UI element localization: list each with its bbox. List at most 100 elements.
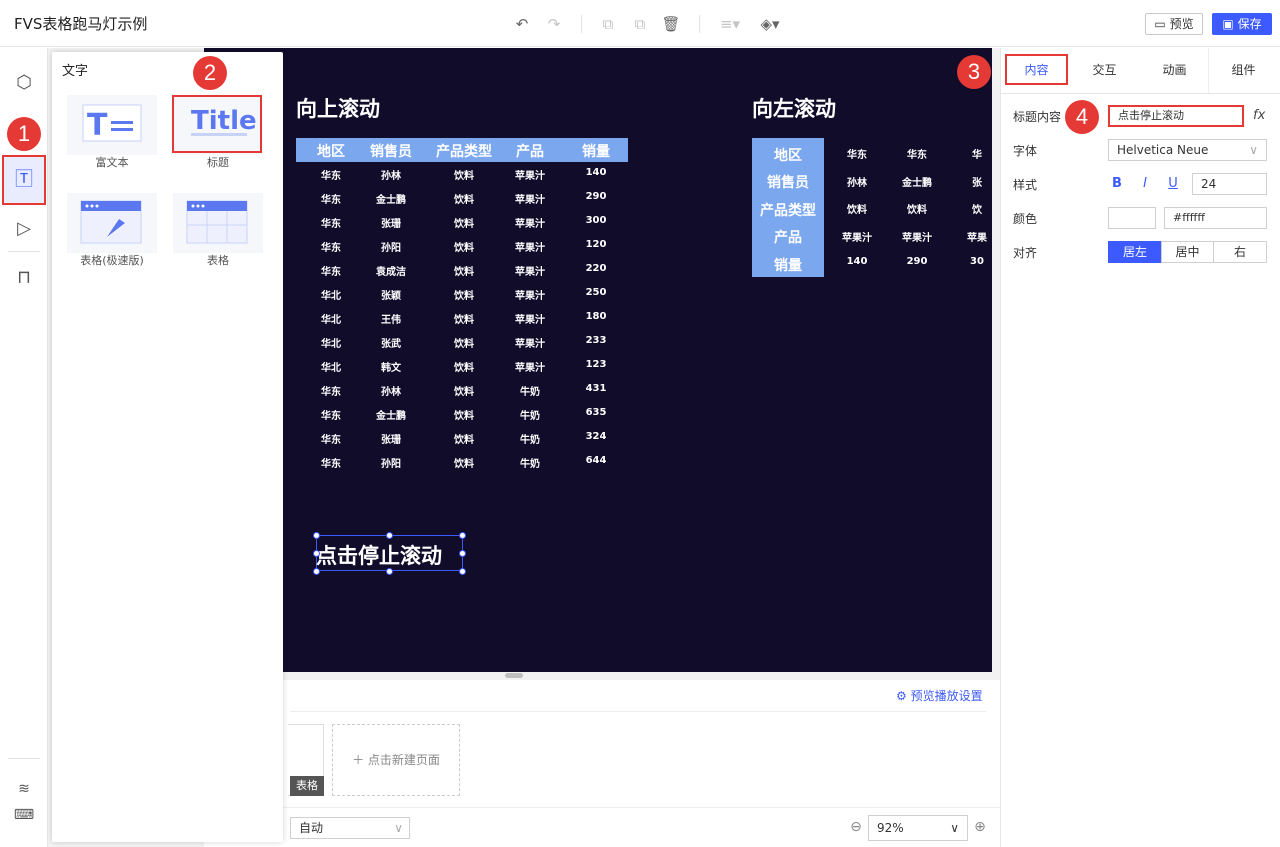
- gear-icon: ⚙: [896, 689, 907, 703]
- font-size-input[interactable]: 24: [1192, 173, 1267, 195]
- redo-icon[interactable]: ↷: [544, 14, 564, 34]
- canvas-right-edge: [992, 48, 1000, 672]
- new-page-button[interactable]: ＋ 点击新建页面: [332, 724, 460, 796]
- tab-component[interactable]: 组件: [1212, 48, 1275, 93]
- step-badge: 2: [193, 56, 227, 90]
- table-cell: 苹果汁: [515, 219, 545, 230]
- table-cell: 饮料: [454, 315, 474, 326]
- align-label: 对齐: [1013, 246, 1038, 260]
- table-cell: 饮料: [454, 363, 474, 374]
- table-cell: 苹果汁: [515, 195, 545, 206]
- table-cell: 金士鹏: [376, 411, 406, 422]
- table-cell: 孙林: [847, 177, 867, 189]
- table-cell: 华北: [321, 291, 341, 302]
- resize-handle[interactable]: [459, 568, 466, 575]
- resize-handle[interactable]: [386, 532, 393, 539]
- zoom-out-icon[interactable]: ⊖: [847, 818, 865, 836]
- resize-handle[interactable]: [459, 532, 466, 539]
- table-cell: 苹果汁: [515, 339, 545, 350]
- title-label: 标题: [207, 156, 229, 169]
- table-cell: 华东: [321, 411, 341, 422]
- resize-handle[interactable]: [313, 550, 320, 557]
- table-cell: 140: [846, 256, 868, 267]
- save-button[interactable]: ▣ 保存: [1212, 13, 1272, 35]
- underline-icon[interactable]: U: [1165, 175, 1181, 193]
- inbox-icon[interactable]: ⊓: [11, 265, 37, 291]
- delete-icon[interactable]: 🗑: [661, 14, 681, 34]
- tab-interaction[interactable]: 交互: [1073, 48, 1136, 93]
- formula-icon[interactable]: fx: [1253, 108, 1265, 123]
- rich-text-label: 富文本: [95, 156, 129, 169]
- table-cell: 金士鹏: [376, 195, 406, 206]
- zoom-select[interactable]: 92% ∨: [868, 815, 968, 841]
- table-cell: 孙林: [381, 171, 401, 182]
- text-icon[interactable]: 🅃: [11, 167, 37, 193]
- align-menu-icon[interactable]: ≡▾: [717, 14, 743, 34]
- selected-title-text[interactable]: 点击停止滚动: [316, 540, 442, 570]
- keyboard-icon[interactable]: ⌨: [11, 802, 37, 828]
- table-cell: 苹果汁: [515, 171, 545, 182]
- table-cell: 苹果汁: [515, 243, 545, 254]
- zoom-in-icon[interactable]: ⊕: [971, 818, 989, 836]
- table-cell: 220: [585, 263, 607, 274]
- table-cell: 孙阳: [381, 459, 401, 470]
- preview-settings-link[interactable]: ⚙ 预览播放设置: [896, 687, 983, 704]
- resize-handle[interactable]: [313, 568, 320, 575]
- undo-icon[interactable]: ↶: [512, 14, 532, 34]
- table-cell: 饮料: [847, 205, 867, 216]
- bold-icon[interactable]: B: [1109, 175, 1125, 193]
- table-cell: 250: [585, 287, 607, 298]
- media-icon[interactable]: ▷: [11, 216, 37, 242]
- table-cell: 饮料: [454, 387, 474, 398]
- table-cell: 华东: [321, 243, 341, 254]
- table-cell: 华东: [321, 459, 341, 470]
- table-header-cell: 销售员: [767, 175, 809, 191]
- font-select[interactable]: Helvetica Neue ∨: [1108, 139, 1267, 161]
- table-cell: 饮料: [454, 435, 474, 446]
- text-components-popup: [52, 52, 283, 842]
- table-cell: 饮料: [454, 195, 474, 206]
- table-cell: 华东: [321, 435, 341, 446]
- table-cell: 华东: [847, 150, 867, 161]
- color-swatch[interactable]: [1108, 207, 1156, 229]
- fast-table-component[interactable]: [67, 193, 157, 253]
- table-cell: 120: [585, 239, 607, 250]
- table-cell: 王伟: [381, 315, 401, 326]
- preview-button[interactable]: ▭ 预览: [1145, 13, 1203, 35]
- scroll-left-title[interactable]: 向左滚动: [752, 93, 836, 123]
- resize-handle[interactable]: [313, 532, 320, 539]
- component-cube-icon[interactable]: ⬡: [11, 70, 37, 96]
- title-content-input[interactable]: 点击停止滚动: [1108, 105, 1244, 127]
- svg-text:T: T: [87, 108, 108, 143]
- layers-icon[interactable]: ≋: [11, 776, 37, 802]
- layer-menu-icon[interactable]: ◈▾: [757, 14, 783, 34]
- tab-animation[interactable]: 动画: [1143, 48, 1206, 93]
- app-title: FVS表格跑马灯示例: [14, 15, 148, 33]
- align-right-button[interactable]: 右: [1213, 241, 1267, 263]
- color-label: 颜色: [1013, 212, 1038, 226]
- copy-icon[interactable]: ⧉: [598, 14, 618, 34]
- paste-icon[interactable]: ⧉: [630, 14, 650, 34]
- rich-text-icon: T: [82, 104, 142, 143]
- table-cell: 饮料: [454, 291, 474, 302]
- rich-text-component[interactable]: T: [67, 95, 157, 155]
- align-center-button[interactable]: 居中: [1161, 241, 1214, 263]
- table-cell: 290: [585, 191, 607, 202]
- table-component[interactable]: [173, 193, 263, 253]
- table-cell: 张珊: [381, 219, 401, 230]
- fit-mode-select[interactable]: 自动 ∨: [290, 817, 410, 839]
- canvas-resize-handle[interactable]: [505, 673, 523, 678]
- table-cell: 苹果汁: [515, 291, 545, 302]
- resize-handle[interactable]: [459, 550, 466, 557]
- align-left-button[interactable]: 居左: [1108, 241, 1162, 263]
- italic-icon[interactable]: I: [1137, 175, 1153, 193]
- scroll-up-title[interactable]: 向上滚动: [296, 93, 380, 123]
- table-cell: 苹果汁: [842, 232, 872, 244]
- color-hex-input[interactable]: #ffffff: [1164, 207, 1267, 229]
- table-cell: 张颖: [381, 291, 401, 302]
- resize-handle[interactable]: [386, 568, 393, 575]
- table-cell: 华东: [321, 171, 341, 182]
- page-thumbnail-label: 表格: [290, 776, 324, 796]
- table-cell: 牛奶: [520, 435, 540, 446]
- table-cell: 苹果汁: [902, 232, 932, 244]
